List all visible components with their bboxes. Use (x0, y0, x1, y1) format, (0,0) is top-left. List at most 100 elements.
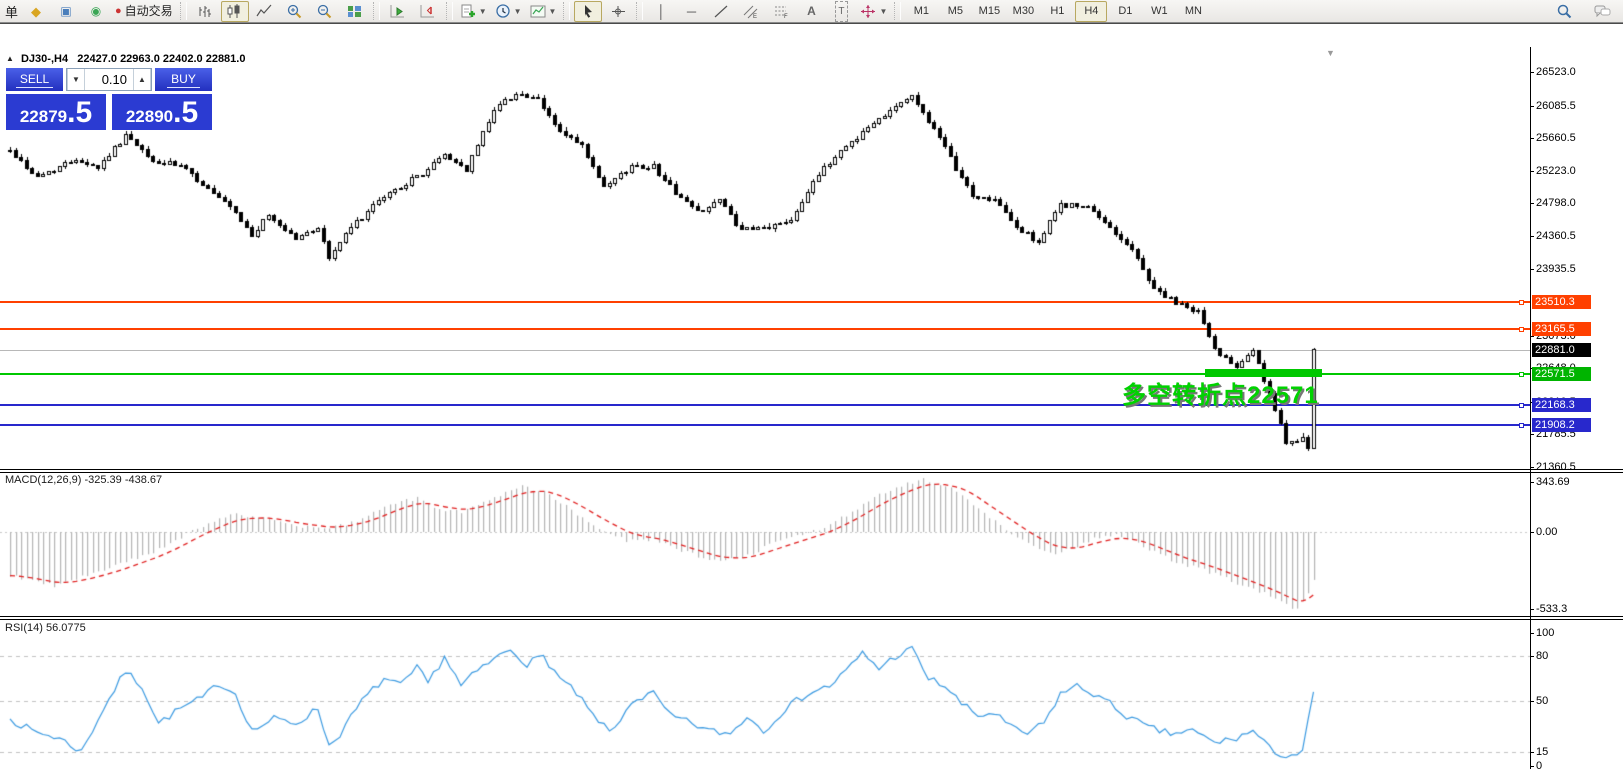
buy-price-main: 22890 (125, 107, 174, 126)
line-edit-handle[interactable] (1519, 372, 1524, 377)
macd-axis-tick: 0.00 (1536, 526, 1558, 538)
price-axis-line (1530, 47, 1531, 769)
bar-chart-icon[interactable] (191, 1, 219, 22)
macd-axis-tick: -533.3 (1536, 603, 1568, 615)
macd-signal-value: -438.67 (124, 474, 163, 486)
chart-window: ▲ DJ30-,H4 22427.0 22963.0 22402.0 22881… (0, 23, 1623, 769)
line-edit-handle[interactable] (1519, 403, 1524, 408)
equidistant-channel-icon[interactable]: E (737, 1, 765, 22)
price-label-plate: 22168.3 (1532, 398, 1591, 412)
macd-axis-tick: 343.69 (1536, 476, 1570, 488)
line-edit-handle[interactable] (1519, 423, 1524, 428)
chart-shift-marker-icon[interactable]: ▼ (1326, 48, 1335, 58)
svg-text:F: F (784, 14, 788, 19)
sell-price-main: 22879 (19, 107, 68, 126)
zoom-in-icon[interactable] (281, 1, 309, 22)
fibonacci-icon[interactable]: F (767, 1, 795, 22)
toolbar-separator (563, 2, 571, 20)
dropdown-caret-icon[interactable]: ▼ (479, 2, 487, 21)
candlestick-icon[interactable] (220, 0, 249, 22)
chart-shift-icon[interactable] (414, 1, 442, 22)
macd-pane-separator[interactable] (0, 469, 1623, 473)
toolbar-menu-text[interactable]: 单 (2, 2, 21, 21)
ohlc-values: 22427.0 22963.0 22402.0 22881.0 (77, 53, 246, 65)
price-label-plate: 22881.0 (1532, 343, 1591, 357)
macd-value: -325.39 (84, 474, 122, 486)
price-axis-tick: 25223.0 (1536, 165, 1576, 177)
arrows-icon[interactable]: ▼ (857, 1, 890, 22)
chart-title: ▲ DJ30-,H4 22427.0 22963.0 22402.0 22881… (6, 53, 245, 65)
rsi-value: 56.0775 (45, 622, 86, 634)
macd-canvas[interactable] (0, 473, 1530, 617)
volume-value[interactable]: 0.10 (85, 69, 133, 90)
toolbar-separator (372, 2, 380, 20)
zoom-out-icon[interactable] (311, 1, 339, 22)
rsi-axis-tick: 80 (1536, 650, 1549, 662)
dropdown-caret-icon[interactable]: ▼ (549, 2, 557, 21)
tile-windows-icon[interactable] (341, 1, 369, 22)
price-label-plate: 23165.5 (1532, 322, 1591, 336)
vertical-line-icon[interactable]: │ (647, 1, 675, 22)
line-edit-handle[interactable] (1519, 327, 1524, 332)
crosshair-icon[interactable] (604, 1, 632, 22)
label-icon[interactable]: T (827, 0, 855, 22)
search-icon[interactable] (1550, 1, 1578, 22)
trendline-icon[interactable] (707, 1, 735, 22)
sell-price-frac: .5 (67, 96, 93, 129)
volume-increase-button[interactable]: ▲ (133, 69, 151, 90)
price-label-plate: 21908.2 (1532, 418, 1591, 432)
toolbar: 单 ◆ ▣ ◉ ● 自动交易 ▼ ▼ ▼ │ ─ E F A T ▼ M1 M5 M15 M30 H1 H4 D1 W1 MN (0, 0, 1623, 23)
price-label-plate: 22571.5 (1532, 367, 1591, 381)
toolbar-separator (636, 2, 644, 20)
toolbar-separator (894, 2, 902, 20)
pivot-annotation-text[interactable]: 多空转折点22571 (1122, 375, 1319, 410)
price-axis-tick: 23935.5 (1536, 263, 1576, 275)
rsi-axis-tick: 100 (1536, 627, 1555, 639)
rsi-canvas[interactable] (0, 620, 1530, 768)
collapse-panel-icon[interactable]: ▲ (6, 54, 14, 63)
templates-icon[interactable]: ▼ (527, 1, 560, 22)
cursor-icon[interactable] (574, 0, 603, 22)
symbol-timeframe-label: DJ30-,H4 (20, 53, 69, 65)
dropdown-caret-icon[interactable]: ▼ (879, 2, 887, 21)
macd-indicator-label: MACD(12,26,9) -325.39 -438.67 (5, 474, 163, 486)
volume-stepper: ▼ 0.10 ▲ (66, 68, 152, 91)
rsi-pane-separator[interactable] (0, 616, 1623, 620)
buy-button[interactable]: BUY (155, 68, 212, 91)
toolbar-buttons: 单 ◆ ▣ ◉ ● 自动交易 ▼ ▼ ▼ │ ─ E F A T ▼ M1 M5 M15 M30 H1 H4 D1 W1 MN (2, 0, 1210, 22)
rsi-indicator-label: RSI(14) 56.0775 (5, 622, 86, 634)
rsi-axis-tick: 50 (1536, 695, 1549, 707)
price-axis-tick: 26523.0 (1536, 66, 1576, 78)
price-axis-tick: 26085.5 (1536, 100, 1576, 112)
mt4-terminal-window: 单 ◆ ▣ ◉ ● 自动交易 ▼ ▼ ▼ │ ─ E F A T ▼ M1 M5 M15 M30 H1 H4 D1 W1 MN … (0, 0, 1623, 769)
one-click-trading-panel: SELL ▼ 0.10 ▲ BUY 22879 .5 22890 .5 (6, 68, 212, 130)
dropdown-caret-icon[interactable]: ▼ (514, 2, 522, 21)
price-label-plate: 23510.3 (1532, 295, 1591, 309)
periods-icon[interactable]: ▼ (492, 1, 525, 22)
toolbar-right-buttons (1549, 0, 1617, 22)
autotrade-button-label: 自动交易 (124, 3, 173, 18)
line-edit-handle[interactable] (1519, 300, 1524, 305)
price-axis-tick: 24360.5 (1536, 230, 1576, 242)
rsi-axis-tick: 0 (1536, 760, 1543, 769)
buy-price-box[interactable]: 22890 .5 (112, 94, 212, 130)
horizontal-line-icon[interactable]: ─ (677, 1, 705, 22)
price-axis-tick: 24798.0 (1536, 197, 1576, 209)
autotrade-button[interactable]: ● 自动交易 (112, 1, 176, 22)
sell-price-box[interactable]: 22879 .5 (6, 94, 106, 130)
auto-scroll-icon[interactable] (384, 1, 412, 22)
line-chart-icon[interactable] (251, 1, 279, 22)
new-order-icon[interactable]: ◆ (22, 1, 50, 22)
text-icon[interactable]: A (797, 1, 825, 22)
svg-text:E: E (753, 14, 757, 19)
charts-window-icon[interactable]: ▣ (52, 1, 80, 22)
indicators-icon[interactable]: ▼ (457, 1, 490, 22)
toolbar-separator (179, 2, 187, 20)
signal-icon[interactable]: ◉ (82, 1, 110, 22)
price-axis-tick: 25660.5 (1536, 132, 1576, 144)
buy-price-frac: .5 (173, 96, 199, 129)
rsi-axis-tick: 15 (1536, 746, 1549, 758)
sell-button[interactable]: SELL (6, 68, 63, 91)
chat-icon[interactable] (1588, 1, 1616, 22)
volume-decrease-button[interactable]: ▼ (67, 69, 85, 90)
